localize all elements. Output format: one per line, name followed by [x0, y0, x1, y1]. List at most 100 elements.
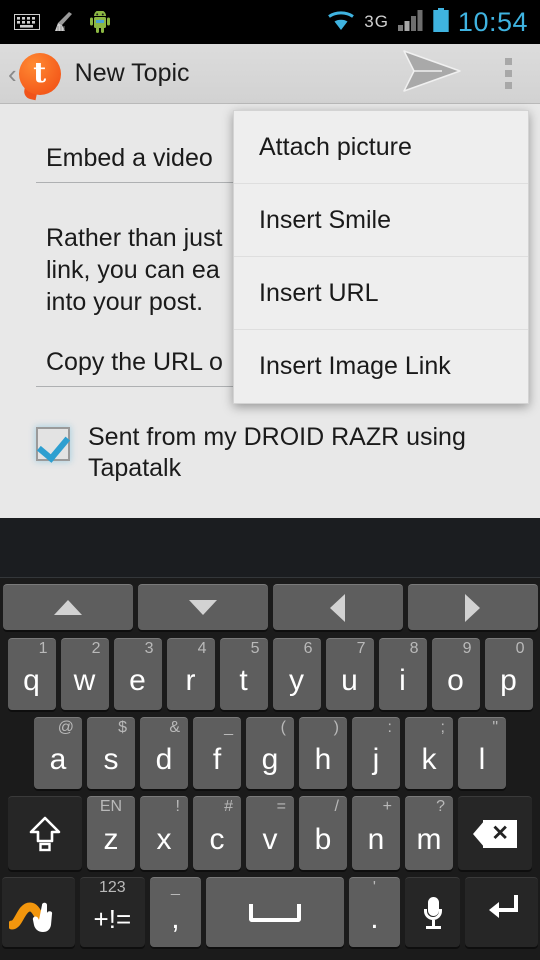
- key-s-label: s: [103, 743, 119, 776]
- enter-key[interactable]: [465, 877, 538, 947]
- key-e[interactable]: 3 e: [113, 638, 162, 710]
- key-d[interactable]: & d: [140, 717, 188, 789]
- swipe-gesture-icon: [7, 891, 67, 935]
- period-key[interactable]: ' .: [348, 877, 401, 947]
- key-v-label: v: [262, 823, 278, 856]
- key-z[interactable]: EN z: [87, 796, 135, 870]
- keyboard-nav-row: [2, 582, 538, 632]
- keyboard-row-2: @ a $ s & d _ f ( g ) h : j ; k " l: [2, 716, 538, 790]
- on-screen-keyboard: 1 q 2 w 3 e 4 r 5 t 6 y 7 u 8 i 9 o 0 p …: [0, 578, 540, 960]
- key-b[interactable]: / b: [299, 796, 347, 870]
- key-a[interactable]: @ a: [34, 717, 82, 789]
- enter-arrow-icon: [482, 893, 522, 933]
- menu-item-insert-smile[interactable]: Insert Smile: [234, 184, 528, 257]
- period-key-label: .: [370, 902, 379, 935]
- key-n[interactable]: + n: [352, 796, 400, 870]
- key-w[interactable]: 2 w: [60, 638, 109, 710]
- backspace-icon: ✕: [473, 819, 517, 848]
- key-t[interactable]: 5 t: [219, 638, 268, 710]
- signature-label: Sent from my DROID RAZR using Tapatalk: [88, 423, 466, 482]
- key-p[interactable]: 0 p: [484, 638, 533, 710]
- key-r-label: r: [185, 664, 196, 697]
- key-a-hint: @: [57, 719, 74, 736]
- wifi-icon: [327, 9, 355, 36]
- comma-key[interactable]: _ ,: [149, 877, 201, 947]
- key-c[interactable]: # c: [193, 796, 241, 870]
- key-t-hint: 5: [250, 640, 260, 657]
- key-o[interactable]: 9 o: [431, 638, 480, 710]
- key-x[interactable]: ! x: [140, 796, 188, 870]
- key-n-hint: +: [382, 798, 392, 815]
- overflow-menu-button[interactable]: [476, 44, 540, 104]
- arrow-down-icon: [188, 600, 217, 615]
- key-s-hint: $: [118, 719, 127, 736]
- symbols-key-label: +!=: [93, 904, 132, 934]
- key-f-label: f: [212, 743, 222, 776]
- tapatalk-logo-icon[interactable]: t: [18, 52, 61, 100]
- microphone-key[interactable]: [405, 877, 461, 947]
- key-d-hint: &: [169, 719, 180, 736]
- status-bar-clock: 10:54: [457, 6, 528, 37]
- key-i[interactable]: 8 i: [378, 638, 427, 710]
- key-x-label: x: [156, 823, 172, 856]
- key-l-label: l: [478, 743, 486, 776]
- shift-key[interactable]: [8, 796, 82, 870]
- key-q[interactable]: 1 q: [7, 638, 56, 710]
- key-i-label: i: [399, 664, 406, 697]
- signature-checkbox[interactable]: [36, 427, 70, 461]
- back-chevron-icon[interactable]: ‹: [0, 61, 19, 87]
- key-y[interactable]: 6 y: [272, 638, 321, 710]
- overflow-dot-3: [504, 82, 512, 89]
- key-h-hint: ): [333, 719, 339, 736]
- menu-item-attach-picture[interactable]: Attach picture: [234, 111, 528, 184]
- key-y-label: y: [289, 664, 304, 697]
- key-l-hint: ": [492, 719, 498, 736]
- overflow-dot-1: [504, 58, 512, 65]
- key-d-label: d: [155, 743, 173, 776]
- comma-key-hint: _: [170, 879, 180, 896]
- symbols-key[interactable]: 123 +!=: [79, 877, 145, 947]
- swipe-gesture-key[interactable]: [2, 877, 75, 947]
- key-k-label: k: [421, 743, 437, 776]
- menu-item-insert-image-link[interactable]: Insert Image Link: [234, 330, 528, 403]
- keyboard-icon: [14, 14, 40, 30]
- key-r[interactable]: 4 r: [166, 638, 215, 710]
- key-v[interactable]: = v: [246, 796, 294, 870]
- send-button[interactable]: [390, 44, 476, 104]
- android-mascot-icon: [90, 10, 110, 33]
- shift-arrow-icon: [28, 815, 62, 853]
- key-e-hint: 3: [144, 640, 154, 657]
- arrow-left-key[interactable]: [272, 584, 403, 630]
- key-v-hint: =: [276, 798, 286, 815]
- arrow-down-key[interactable]: [137, 584, 268, 630]
- arrow-up-key[interactable]: [2, 584, 133, 630]
- key-a-label: a: [49, 743, 67, 776]
- comma-key-label: ,: [171, 902, 180, 935]
- overflow-dropdown-menu[interactable]: Attach picture Insert Smile Insert URL I…: [233, 110, 529, 404]
- key-m[interactable]: ? m: [405, 796, 453, 870]
- key-p-label: p: [500, 664, 517, 697]
- key-z-label: z: [103, 823, 119, 856]
- key-h-label: h: [314, 743, 332, 776]
- arrow-left-icon: [330, 593, 345, 622]
- key-k-hint: ;: [440, 719, 445, 736]
- key-u[interactable]: 7 u: [325, 638, 374, 710]
- key-y-hint: 6: [303, 640, 313, 657]
- key-u-label: u: [341, 664, 358, 697]
- key-f[interactable]: _ f: [193, 717, 241, 789]
- key-s[interactable]: $ s: [87, 717, 135, 789]
- keyboard-row-3: EN z ! x # c = v / b + n ? m ✕: [2, 795, 538, 871]
- key-k[interactable]: ; k: [405, 717, 453, 789]
- backspace-key[interactable]: ✕: [458, 796, 532, 870]
- arrow-right-key[interactable]: [407, 584, 538, 630]
- key-j[interactable]: : j: [352, 717, 400, 789]
- menu-item-insert-url[interactable]: Insert URL: [234, 257, 528, 330]
- keyboard-suggestion-bar[interactable]: [0, 518, 540, 578]
- space-key[interactable]: [206, 877, 344, 947]
- arrow-right-icon: [465, 593, 480, 622]
- key-l[interactable]: " l: [458, 717, 506, 789]
- key-n-label: n: [367, 823, 385, 856]
- key-h[interactable]: ) h: [299, 717, 347, 789]
- key-g[interactable]: ( g: [246, 717, 294, 789]
- signature-row[interactable]: Sent from my DROID RAZR using Tapatalk: [36, 422, 506, 484]
